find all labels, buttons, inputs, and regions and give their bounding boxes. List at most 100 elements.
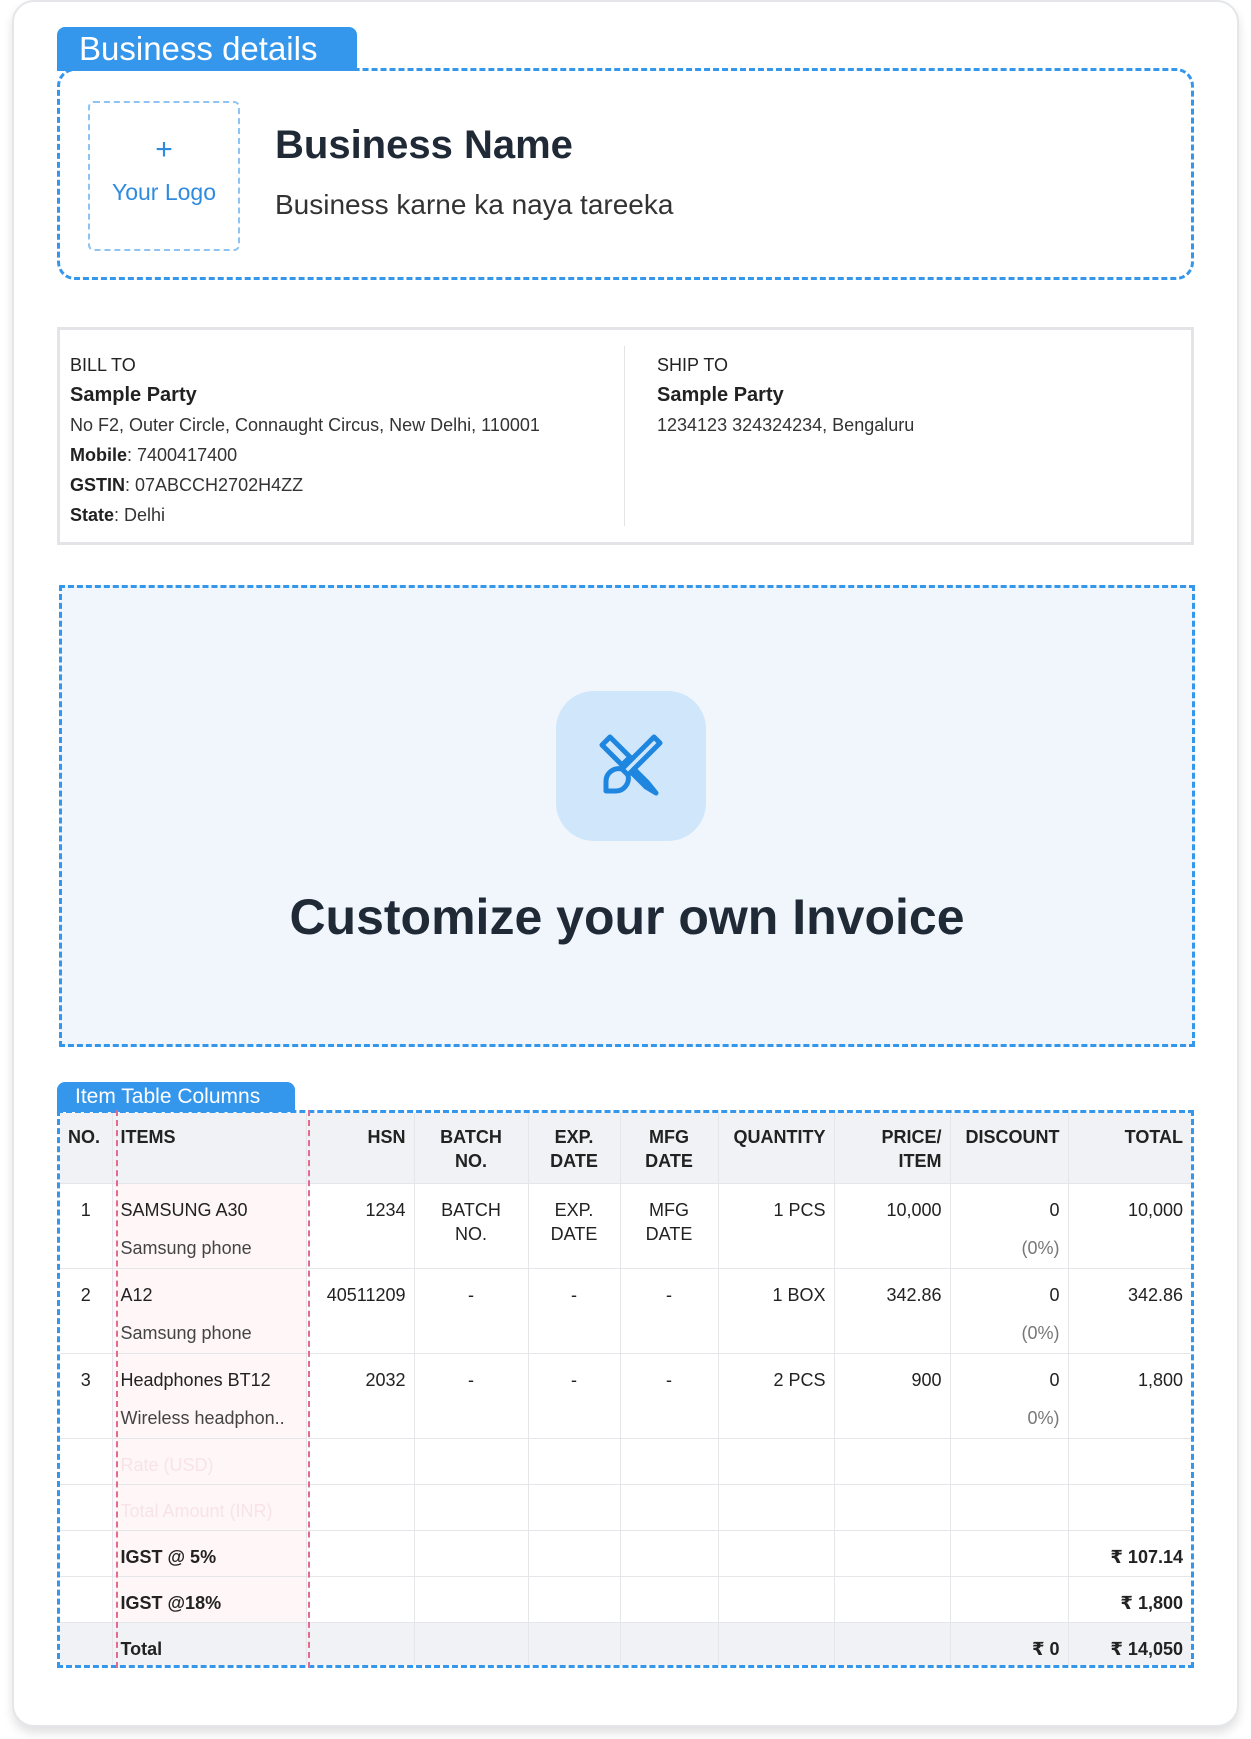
cell-discount: 0 (0%) — [949, 1182, 1068, 1268]
bill-to-block: BILL TO Sample Party No F2, Outer Circle… — [70, 350, 540, 530]
cell-hsn: 40511209 — [305, 1267, 414, 1353]
table-row: Total Amount (INR) — [60, 1483, 1191, 1530]
cell-exp: - — [527, 1352, 620, 1438]
pencil-brush-icon — [556, 691, 706, 841]
cell-mfg: - — [619, 1352, 718, 1438]
mfg-l1: MFG — [649, 1199, 689, 1220]
col-discount[interactable]: DISCOUNT — [949, 1113, 1068, 1183]
cell-empty — [527, 1483, 620, 1530]
item-name: SAMSUNG A30 — [120, 1199, 248, 1220]
cell-empty — [305, 1437, 414, 1484]
cell-empty — [619, 1621, 718, 1665]
ship-to-address: 1234123 324324234, Bengaluru — [657, 415, 915, 435]
col-price[interactable]: PRICE/ITEM — [833, 1113, 950, 1183]
cell-empty — [1067, 1437, 1191, 1484]
cell-empty — [949, 1437, 1068, 1484]
cell-empty — [413, 1575, 528, 1622]
business-details-section[interactable]: + Your Logo Business Name Business karne… — [57, 68, 1194, 280]
cell-discount: 0 0%) — [949, 1352, 1068, 1438]
mobile-value: : 7400417400 — [127, 445, 238, 465]
cell-empty — [717, 1529, 834, 1576]
bill-to-heading: BILL TO — [70, 355, 136, 375]
cell-total: 1,800 — [1067, 1352, 1191, 1438]
customize-invoice-section[interactable]: Customize your own Invoice — [59, 585, 1195, 1047]
address-section: BILL TO Sample Party No F2, Outer Circle… — [57, 327, 1194, 545]
cell-price: 342.86 — [833, 1267, 950, 1353]
cell-empty — [833, 1621, 950, 1665]
col-batch[interactable]: BATCH NO. — [413, 1113, 528, 1183]
cell-mfg: MFG DATE — [619, 1182, 718, 1268]
col-mfg[interactable]: MFG DATE — [619, 1113, 718, 1183]
total-label: Total — [111, 1621, 306, 1665]
business-tagline: Business karne ka naya tareeka — [275, 189, 674, 220]
col-batch-l2: NO. — [454, 1151, 487, 1171]
address-divider — [624, 346, 625, 526]
cell-empty — [833, 1437, 950, 1484]
cell-empty — [949, 1575, 1068, 1622]
bill-to-mobile: Mobile: 7400417400 — [70, 440, 540, 470]
logo-upload[interactable]: + Your Logo — [88, 101, 240, 251]
cell-item: SAMSUNG A30 Samsung phone — [111, 1182, 306, 1268]
cell-discount: 0 (0%) — [949, 1267, 1068, 1353]
cell-empty — [60, 1575, 112, 1622]
state-value: : Delhi — [114, 505, 166, 525]
tax-value: ₹ 1,800 — [1067, 1575, 1191, 1622]
col-no[interactable]: NO. — [60, 1113, 112, 1183]
cell-batch: - — [413, 1352, 528, 1438]
item-desc: Samsung phone — [120, 1237, 252, 1258]
discount-value: 0 — [1049, 1284, 1060, 1305]
total-discount: ₹ 0 — [949, 1621, 1068, 1665]
item-desc: Wireless headphon.. — [120, 1407, 285, 1428]
cell-qty: 1 BOX — [717, 1267, 834, 1353]
cell-empty — [527, 1575, 620, 1622]
table-row: 2 A12 Samsung phone 40511209 - - - 1 BOX … — [60, 1267, 1191, 1353]
col-hsn[interactable]: HSN — [305, 1113, 414, 1183]
mobile-label: Mobile — [70, 445, 127, 465]
cell-exp: - — [527, 1267, 620, 1353]
col-exp[interactable]: EXP. DATE — [527, 1113, 620, 1183]
cell-empty — [527, 1529, 620, 1576]
cell-empty — [413, 1483, 528, 1530]
cell-qty: 2 PCS — [717, 1352, 834, 1438]
cell-empty — [717, 1621, 834, 1665]
exp-l1: EXP. — [554, 1199, 594, 1220]
tax-row: IGST @18% ₹ 1,800 — [60, 1575, 1191, 1622]
cell-no: 2 — [60, 1267, 112, 1353]
cell-qty: 1 PCS — [717, 1182, 834, 1268]
item-table[interactable]: NO. ITEMS HSN BATCH NO. EXP. DATE MFG DATE … — [57, 1110, 1194, 1668]
business-details-tab[interactable]: Business details — [57, 27, 357, 71]
cell-empty — [413, 1437, 528, 1484]
cell-empty — [413, 1529, 528, 1576]
discount-pct: (0%) — [1021, 1322, 1060, 1343]
tax-label: IGST @18% — [111, 1575, 306, 1622]
gstin-label: GSTIN — [70, 475, 126, 495]
batch-l2: NO. — [454, 1223, 487, 1244]
cell-empty — [305, 1575, 414, 1622]
col-quantity[interactable]: QUANTITY — [717, 1113, 834, 1183]
item-table-columns-tab[interactable]: Item Table Columns — [57, 1082, 295, 1112]
business-name: Business Name — [275, 123, 573, 167]
bill-to-gstin: GSTIN: 07ABCCH2702H4ZZ — [70, 470, 540, 500]
cell-batch: BATCH NO. — [413, 1182, 528, 1268]
cell-empty — [305, 1529, 414, 1576]
item-name: A12 — [120, 1284, 153, 1305]
logo-label: Your Logo — [111, 179, 217, 205]
cell-empty — [619, 1437, 718, 1484]
cell-empty — [949, 1529, 1068, 1576]
cell-empty — [619, 1483, 718, 1530]
total-row: Total ₹ 0 ₹ 14,050 — [60, 1621, 1191, 1665]
col-items[interactable]: ITEMS — [111, 1113, 306, 1183]
cell-empty — [619, 1529, 718, 1576]
cell-price: 10,000 — [833, 1182, 950, 1268]
col-batch-l1: BATCH — [440, 1127, 502, 1147]
table-row: 3 Headphones BT12 Wireless headphon.. 203… — [60, 1352, 1191, 1438]
bill-to-state: State: Delhi — [70, 500, 540, 530]
col-exp-l1: EXP. — [554, 1127, 594, 1147]
col-total[interactable]: TOTAL — [1067, 1113, 1191, 1183]
discount-pct: 0%) — [1027, 1407, 1060, 1428]
cell-empty — [1067, 1483, 1191, 1530]
cell-empty — [60, 1529, 112, 1576]
tax-label: IGST @ 5% — [111, 1529, 306, 1576]
cell-empty — [833, 1575, 950, 1622]
cell-mfg: - — [619, 1267, 718, 1353]
